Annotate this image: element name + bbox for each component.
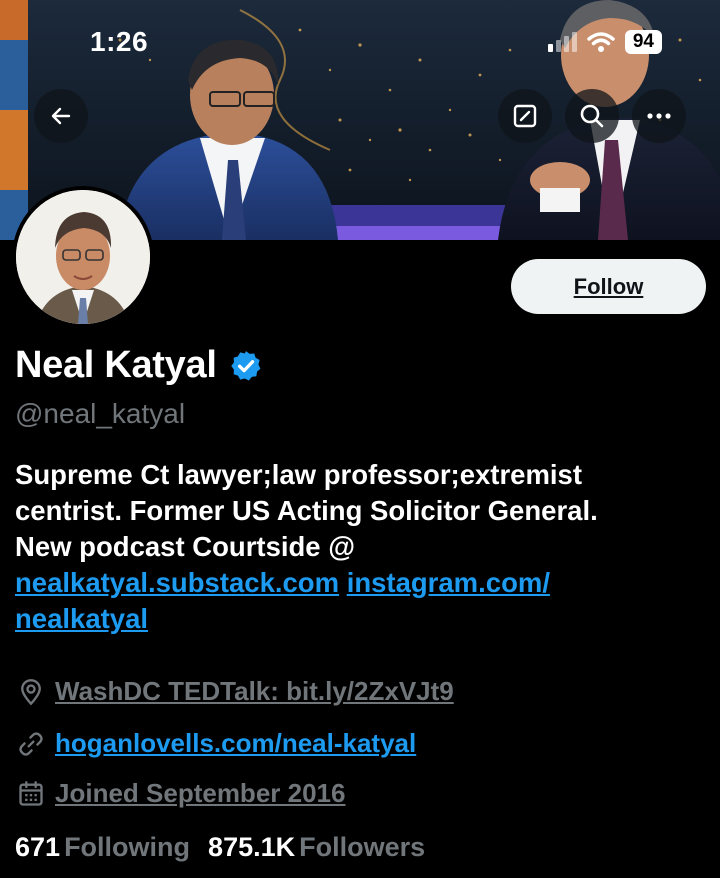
bio-link-substack[interactable]: nealkatyal.substack.com	[15, 567, 339, 598]
edit-icon	[513, 104, 537, 128]
following-count: 671	[15, 832, 61, 862]
followers-label: Followers	[299, 832, 426, 862]
following-link[interactable]: 671 Following	[15, 832, 190, 863]
profile-avatar[interactable]	[12, 186, 154, 328]
bio-line: nealkatyal	[15, 601, 715, 637]
location-text[interactable]: WashDC TEDTalk: bit.ly/2ZxVJt9	[55, 676, 454, 707]
display-name: Neal Katyal	[15, 344, 217, 386]
link-icon	[19, 731, 43, 756]
website-link[interactable]: hoganlovells.com/neal-katyal	[55, 728, 416, 759]
followers-count: 875.1K	[208, 832, 296, 862]
profile-bio: Supreme Ct lawyer;law professor;extremis…	[15, 457, 715, 637]
name-row: Neal Katyal	[15, 344, 263, 387]
bio-link-instagram-cont[interactable]: nealkatyal	[15, 603, 148, 634]
website-row: hoganlovells.com/neal-katyal	[17, 728, 416, 759]
more-button[interactable]	[632, 89, 686, 143]
calendar-icon	[19, 780, 43, 806]
search-button[interactable]	[565, 89, 619, 143]
more-icon	[647, 113, 671, 119]
bio-line: Supreme Ct lawyer;law professor;extremis…	[15, 459, 582, 490]
avatar-image	[16, 190, 150, 324]
joined-date: Joined September 2016	[55, 778, 346, 808]
location-row: WashDC TEDTalk: bit.ly/2ZxVJt9	[17, 676, 454, 707]
bio-line: nealkatyal.substack.com instagram.com/	[15, 565, 715, 601]
following-label: Following	[64, 832, 191, 862]
location-pin-icon	[21, 678, 41, 705]
username-handle: @neal_katyal	[15, 398, 186, 429]
back-button[interactable]	[34, 89, 88, 143]
back-arrow-icon	[51, 107, 71, 125]
battery-indicator: 94	[624, 30, 662, 54]
search-icon	[580, 104, 604, 128]
bio-line: New podcast Courtside @	[15, 531, 356, 562]
verified-badge-icon[interactable]	[229, 349, 263, 383]
joined-row: Joined September 2016	[17, 778, 345, 809]
bio-link-instagram[interactable]: instagram.com/	[347, 567, 550, 598]
bio-line: centrist. Former US Acting Solicitor Gen…	[15, 495, 598, 526]
status-time: 1:26	[90, 26, 149, 57]
edit-button[interactable]	[498, 89, 552, 143]
followers-link[interactable]: 875.1K Followers	[208, 832, 425, 863]
status-icons: 94	[547, 30, 662, 54]
wifi-icon	[587, 32, 615, 52]
follow-button[interactable]: Follow	[511, 259, 706, 314]
signal-icon	[547, 32, 577, 52]
follow-stats: 671 Following 875.1K Followers	[15, 832, 425, 863]
